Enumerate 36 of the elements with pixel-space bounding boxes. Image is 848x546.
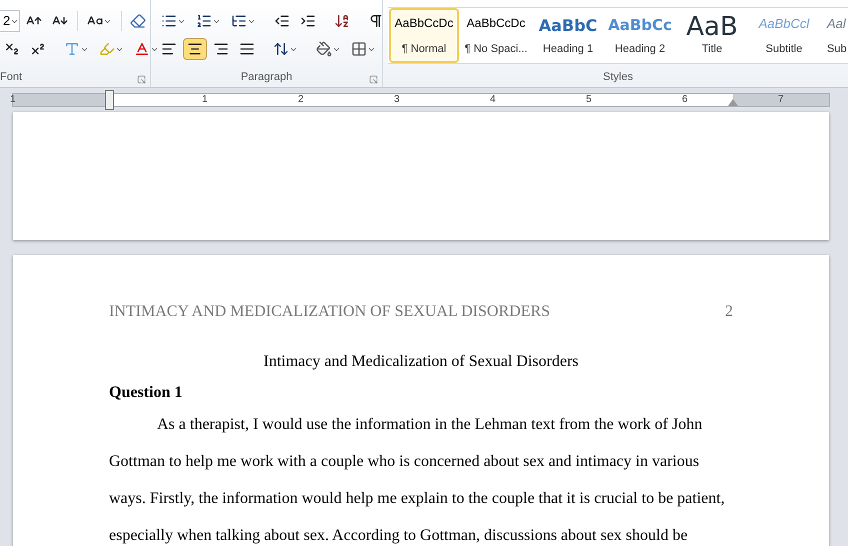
font-size-field[interactable]: 2 bbox=[0, 10, 20, 32]
style-item[interactable]: AaB Title bbox=[677, 8, 747, 63]
document-title: Intimacy and Medicalization of Sexual Disorders bbox=[262, 352, 580, 372]
ruler-number: 3 bbox=[394, 93, 400, 107]
style-item[interactable]: AaBbC Heading 1 bbox=[533, 8, 603, 63]
page-header: INTIMACY AND MEDICALIZATION OF SEXUAL DISORDERS bbox=[109, 302, 550, 322]
ruler-number: 2 bbox=[298, 93, 304, 107]
ruler-number: 6 bbox=[682, 93, 688, 107]
ruler-number: 5 bbox=[586, 93, 592, 107]
indent-marker-icon[interactable] bbox=[105, 90, 114, 110]
group-label: Styles bbox=[603, 70, 633, 84]
page-number: 2 bbox=[725, 302, 733, 322]
style-item[interactable]: AaBbCcDc ¶ No Spaci... bbox=[461, 8, 531, 63]
group-label: Font bbox=[0, 70, 22, 84]
group-label: Paragraph bbox=[240, 70, 292, 84]
dialog-launcher-icon[interactable] bbox=[369, 75, 378, 84]
style-item[interactable]: AaBbCc Heading 2 bbox=[605, 8, 675, 63]
ruler-number: 1 bbox=[202, 93, 208, 107]
right-indent-marker-icon[interactable] bbox=[728, 97, 738, 106]
style-preview: AaBbC bbox=[538, 15, 598, 37]
body-paragraph: As a therapist, I would use the information in the Lehman text from the work of John Gottman to help me work with a couple who is concerned about sex and intimacy in various ways. Firstly, the information would help me explain to the couple that it is crucial to be patient, especially when talking about sex. According to Gottman, discussions about sex should be bbox=[109, 415, 726, 546]
question-heading: Question 1 bbox=[109, 383, 184, 403]
style-item[interactable]: Aal Sub bbox=[821, 8, 848, 63]
ruler-number: 7 bbox=[778, 93, 784, 107]
style-preview: Aal bbox=[827, 15, 846, 33]
style-item[interactable]: AaBbCcl Subtitle bbox=[749, 8, 819, 63]
style-preview: AaBbCcDc bbox=[466, 15, 526, 32]
style-item[interactable]: AaBbCcDc ¶ Normal bbox=[389, 8, 459, 63]
align-icon[interactable] bbox=[183, 38, 207, 60]
ruler-number: 4 bbox=[490, 93, 496, 107]
style-preview: AaBbCcDc bbox=[394, 15, 454, 32]
style-preview: AaB bbox=[686, 14, 738, 40]
dialog-launcher-icon[interactable] bbox=[137, 75, 146, 84]
style-preview: AaBbCcl bbox=[758, 15, 810, 33]
style-preview: AaBbCc bbox=[608, 15, 672, 36]
ruler-number: 1 bbox=[10, 93, 16, 107]
